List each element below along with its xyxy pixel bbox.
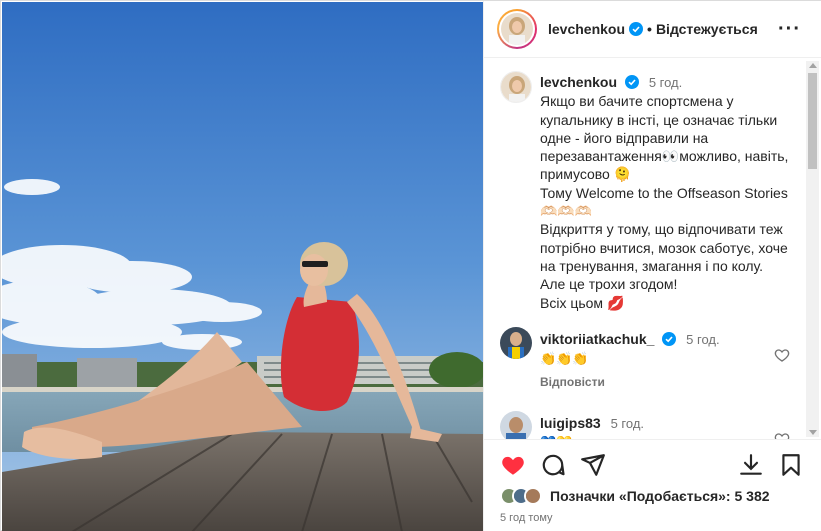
author-avatar[interactable]	[497, 9, 537, 49]
caption-line: Всіх цьом 💋	[540, 294, 625, 311]
commenter-username[interactable]: luigips83	[540, 415, 601, 431]
download-icon[interactable]	[738, 452, 764, 478]
commenter-avatar[interactable]	[500, 327, 532, 359]
likes-summary[interactable]: Позначки «Подобається»: 5 382	[500, 485, 770, 507]
comment-time: 5 год.	[686, 332, 720, 347]
caption-username[interactable]: levchenkou	[540, 74, 617, 90]
caption-avatar[interactable]	[500, 71, 532, 103]
commenter-username[interactable]: viktoriiatkachuk_	[540, 331, 654, 347]
post-header: levchenkou • Відстежується ···	[484, 1, 821, 58]
post-modal: levchenkou • Відстежується ··· levchenko…	[0, 0, 821, 531]
verified-badge-icon	[629, 22, 644, 36]
author-username[interactable]: levchenkou	[548, 21, 625, 37]
bookmark-icon[interactable]	[778, 452, 804, 478]
heart-filled-icon[interactable]	[500, 452, 526, 478]
scroll-up-arrow-icon[interactable]	[809, 63, 817, 68]
post-details-panel: levchenkou • Відстежується ··· levchenko…	[483, 1, 821, 531]
comment-time: 5 год.	[610, 416, 645, 431]
post-actions-bar: Позначки «Подобається»: 5 382 5 год тому	[484, 439, 821, 531]
send-icon[interactable]	[580, 452, 606, 478]
liker-avatar	[524, 487, 542, 505]
caption-time: 5 год.	[648, 75, 683, 90]
commenter-avatar[interactable]	[500, 411, 532, 439]
comment-text: 👏👏👏	[540, 351, 589, 366]
caption-line: Якщо ви бачите спортсмена у купальнику в…	[540, 93, 789, 183]
scrollbar-thumb[interactable]	[808, 73, 817, 169]
comment-icon[interactable]	[540, 452, 566, 478]
post-timestamp: 5 год тому	[500, 512, 553, 524]
scroll-down-arrow-icon[interactable]	[809, 430, 817, 435]
scrollbar[interactable]	[806, 61, 819, 437]
post-photo[interactable]	[2, 2, 483, 531]
comments-scroll-area[interactable]: levchenkou 5 год. Якщо ви бачите спортсм…	[484, 59, 821, 439]
like-comment-heart-icon[interactable]	[774, 431, 790, 439]
verified-badge-icon	[662, 332, 677, 346]
verified-badge-icon	[624, 75, 639, 89]
reply-button[interactable]: Відповісти	[540, 375, 605, 389]
caption-line: Тому Welcome to the Offseason Stories 🫶🏻…	[540, 184, 788, 220]
following-button[interactable]: Відстежується	[656, 21, 758, 37]
separator-dot: •	[647, 21, 652, 37]
likes-count[interactable]: Позначки «Подобається»: 5 382	[550, 488, 770, 504]
caption-line: Відкриття у тому, що відпочивати теж пот…	[540, 221, 788, 293]
more-horizontal-icon[interactable]: ···	[778, 19, 801, 39]
like-comment-heart-icon[interactable]	[774, 347, 790, 363]
